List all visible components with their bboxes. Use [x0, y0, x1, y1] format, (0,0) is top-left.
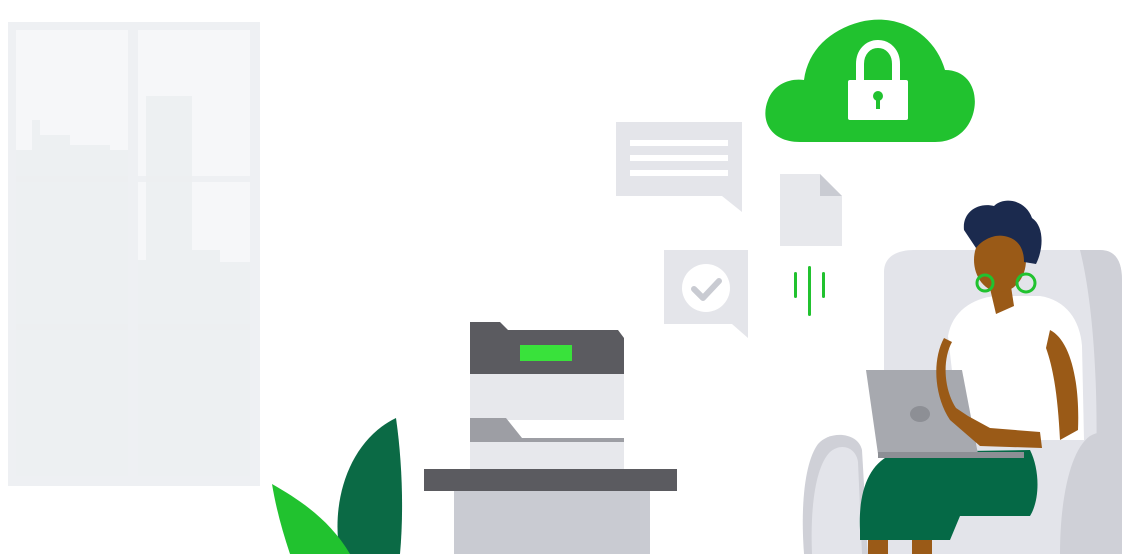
signal-line: [822, 272, 825, 298]
chat-bubble-check-icon: [664, 250, 748, 338]
printer-base: [470, 442, 624, 470]
check-circle: [682, 264, 730, 312]
printer-icon: [470, 322, 624, 470]
bubble-line: [630, 140, 728, 146]
laptop-base: [878, 452, 1024, 458]
desk: [424, 469, 677, 554]
leaf-dark: [337, 418, 403, 554]
laptop-logo: [910, 406, 930, 422]
chat-bubble-lines-icon: [616, 122, 742, 212]
printer-screen: [520, 345, 572, 361]
signal-line: [808, 266, 811, 316]
bubble-line: [630, 170, 728, 176]
printer-tray: [470, 418, 624, 442]
document-page: [780, 174, 842, 246]
desk-top: [424, 469, 677, 491]
desk-body: [454, 491, 650, 554]
window-icon: [8, 22, 260, 486]
bubble-line: [630, 155, 728, 161]
cloud-lock-icon: [765, 19, 975, 143]
plant-icon: [272, 418, 403, 554]
security-illustration: [8, 19, 1122, 554]
signal-line: [794, 272, 797, 298]
signal-lines-icon: [794, 266, 825, 316]
printer-body: [470, 374, 624, 420]
chat-bubble: [616, 122, 742, 212]
document-fold: [820, 174, 842, 196]
keyhole-slot: [876, 98, 880, 109]
document-icon: [780, 174, 842, 246]
